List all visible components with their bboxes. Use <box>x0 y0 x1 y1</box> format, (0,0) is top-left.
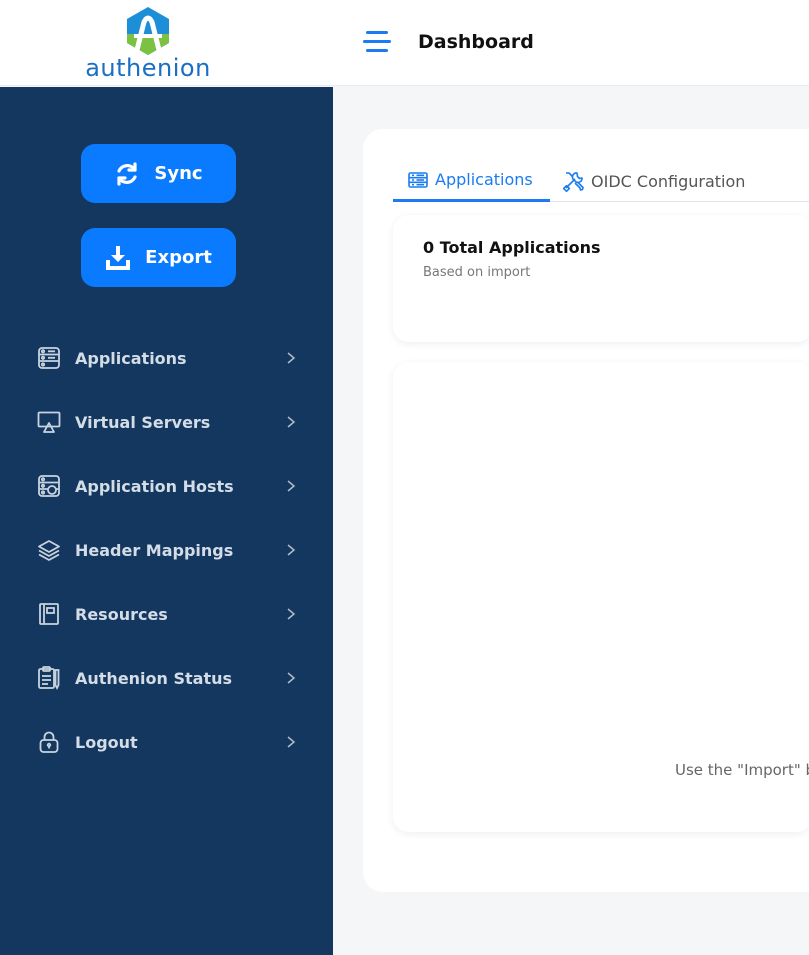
page-title: Dashboard <box>418 31 534 53</box>
sidebar-item-label: Logout <box>75 732 138 752</box>
sidebar-nav: Applications Virtual Servers Application… <box>0 326 333 774</box>
tools-icon <box>563 172 584 192</box>
sidebar-item-authenion-status[interactable]: Authenion Status <box>0 646 333 710</box>
applications-icon <box>37 346 61 370</box>
total-applications-card: 0 Total Applications Based on import <box>393 215 809 342</box>
chevron-right-icon <box>287 672 296 684</box>
empty-state-message: Use the "Import" b <box>675 761 809 779</box>
sidebar-item-label: Header Mappings <box>75 540 234 560</box>
sidebar-item-label: Applications <box>75 348 187 368</box>
sync-button-label: Sync <box>154 163 203 184</box>
sync-icon <box>117 161 138 186</box>
sync-button[interactable]: Sync <box>81 144 236 203</box>
sidebar-item-header-mappings[interactable]: Header Mappings <box>0 518 333 582</box>
tab-bar: Applications OIDC Configuration <box>393 160 809 202</box>
applications-list-card: Use the "Import" b <box>393 362 809 832</box>
export-button-label: Export <box>145 247 212 268</box>
total-applications-count: 0 Total Applications <box>423 238 601 257</box>
sidebar-item-label: Application Hosts <box>75 476 234 496</box>
sidebar-item-applications[interactable]: Applications <box>0 326 333 390</box>
chevron-right-icon <box>287 736 296 748</box>
resources-icon <box>37 602 61 626</box>
chevron-right-icon <box>287 352 296 364</box>
lock-icon <box>37 730 61 754</box>
sidebar-item-logout[interactable]: Logout <box>0 710 333 774</box>
sidebar-item-label: Resources <box>75 604 168 624</box>
chevron-right-icon <box>287 416 296 428</box>
sidebar-item-label: Virtual Servers <box>75 412 211 432</box>
tab-label: Applications <box>435 170 533 189</box>
sidebar-item-resources[interactable]: Resources <box>0 582 333 646</box>
chevron-right-icon <box>287 608 296 620</box>
sidebar-item-application-hosts[interactable]: Application Hosts <box>0 454 333 518</box>
hamburger-menu-icon[interactable] <box>363 30 391 54</box>
layers-icon <box>37 538 61 562</box>
brand-logo-mark <box>127 7 169 55</box>
brand-logo[interactable]: authenion <box>62 6 234 82</box>
brand-name: authenion <box>85 54 211 82</box>
application-hosts-icon <box>37 474 61 498</box>
sidebar-item-label: Authenion Status <box>75 668 233 688</box>
clipboard-status-icon <box>37 666 61 690</box>
virtual-servers-icon <box>37 410 61 434</box>
applications-tab-icon <box>408 171 428 188</box>
sidebar: Sync Export Applications Virtual Servers… <box>0 87 333 955</box>
top-bar: authenion Dashboard <box>0 0 809 86</box>
chevron-right-icon <box>287 480 296 492</box>
sidebar-item-virtual-servers[interactable]: Virtual Servers <box>0 390 333 454</box>
tab-applications[interactable]: Applications <box>393 160 550 202</box>
tab-oidc-configuration[interactable]: OIDC Configuration <box>563 160 745 202</box>
chevron-right-icon <box>287 544 296 556</box>
export-download-icon <box>106 245 131 270</box>
tab-label: OIDC Configuration <box>591 171 746 191</box>
export-button[interactable]: Export <box>81 228 236 287</box>
total-applications-subtitle: Based on import <box>423 265 531 280</box>
